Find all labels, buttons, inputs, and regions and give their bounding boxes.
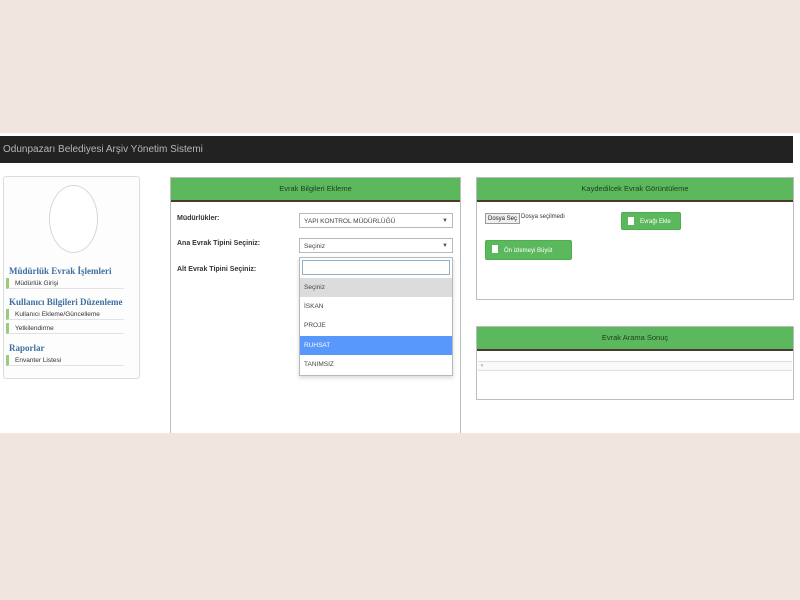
sidebar-section-title-evrak: Müdürlük Evrak İşlemleri (9, 266, 112, 276)
sidebar-section-title-kullanici: Kullanıcı Bilgileri Düzenleme (9, 297, 123, 307)
sidebar-item-mudurluk-girisi[interactable]: Müdürlük Girişi (6, 278, 124, 289)
chevron-down-icon: ▼ (442, 218, 448, 224)
ana-evrak-select-value: Seçiniz (304, 243, 325, 250)
dropdown-option[interactable]: TANIMSIZ (300, 355, 452, 374)
ana-evrak-select[interactable]: Seçiniz ▼ (299, 238, 453, 253)
ana-evrak-label: Ana Evrak Tipini Seçiniz: (177, 240, 261, 247)
evrak-arama-sonuc-panel: Evrak Arama Sonuç ‹ (476, 326, 794, 400)
panel-title: Kaydedilcek Evrak Görüntüleme (477, 178, 793, 202)
mudurluk-select[interactable]: YAPI KONTROL MÜDÜRLÜĞÜ ▼ (299, 213, 453, 228)
avatar (49, 185, 98, 253)
mudurluk-label: Müdürlükler: (177, 215, 220, 222)
evrak-ekle-button[interactable]: Evrağı Ekle (621, 212, 681, 230)
alt-evrak-dropdown: Seçiniz İSKAN PROJE RUHSAT TANIMSIZ (299, 257, 453, 376)
dropdown-option[interactable]: İSKAN (300, 297, 452, 316)
app-header: Odunpazarı Belediyesi Arşiv Yönetim Sist… (0, 136, 793, 163)
file-icon (628, 217, 634, 225)
dropdown-search-input[interactable] (302, 260, 450, 275)
panel-title: Evrak Arama Sonuç (477, 327, 793, 351)
app-title: Odunpazarı Belediyesi Arşiv Yönetim Sist… (3, 144, 203, 155)
dropdown-option[interactable]: Seçiniz (300, 278, 452, 297)
evrak-form-panel: Evrak Bilgileri Ekleme Müdürlükler: YAPI… (170, 177, 461, 433)
dropdown-option[interactable]: RUHSAT (300, 336, 452, 355)
alt-evrak-label: Alt Evrak Tipini Seçiniz: (177, 266, 257, 273)
file-status: Dosya seçilmedi (521, 214, 565, 220)
panel-title: Evrak Bilgileri Ekleme (171, 178, 460, 202)
sidebar-item-yetkilendirme[interactable]: Yetkilendirme (6, 323, 124, 334)
onizleme-buyut-button[interactable]: Ön izlemeyi Büyüt (485, 240, 572, 260)
chevron-down-icon: ▼ (442, 243, 448, 249)
mudurluk-select-value: YAPI KONTROL MÜDÜRLÜĞÜ (304, 218, 396, 225)
app-window: Odunpazarı Belediyesi Arşiv Yönetim Sist… (0, 133, 800, 433)
file-icon (492, 245, 498, 253)
sidebar-item-kullanici-ekleme[interactable]: Kullanıcı Ekleme/Güncelleme (6, 309, 124, 320)
sidebar-item-envanter-listesi[interactable]: Envanter Listesi (6, 355, 124, 366)
sidebar-section-title-raporlar: Raporlar (9, 343, 45, 353)
result-row: ‹ (478, 361, 792, 371)
file-choose-button[interactable]: Dosya Seç (485, 213, 521, 224)
evrak-goruntuleme-panel: Kaydedilcek Evrak Görüntüleme Dosya Seç … (476, 177, 794, 300)
sidebar: Müdürlük Evrak İşlemleri Müdürlük Girişi… (3, 176, 140, 379)
dropdown-option[interactable]: PROJE (300, 316, 452, 335)
